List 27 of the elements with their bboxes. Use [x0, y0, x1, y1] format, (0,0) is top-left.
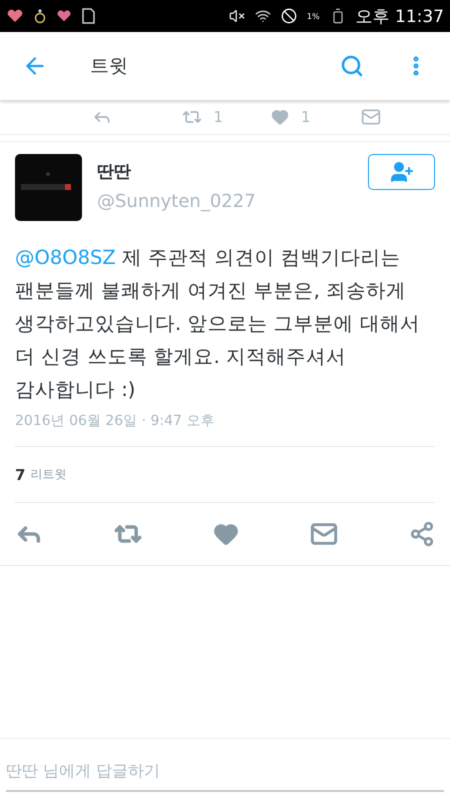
search-icon[interactable] — [340, 54, 364, 78]
retweet-count: 7 — [15, 466, 26, 484]
clock: 오후 11:37 — [356, 6, 444, 28]
battery-percent: 1% — [306, 12, 320, 20]
blocked-icon — [280, 8, 297, 24]
heart-icon[interactable] — [213, 521, 239, 547]
envelope-icon[interactable] — [310, 520, 338, 548]
ring-icon — [34, 8, 46, 24]
mention-link[interactable]: @O8O8SZ — [15, 246, 116, 269]
add-user-icon[interactable] — [390, 160, 414, 184]
message-icon[interactable] — [360, 107, 380, 127]
share-icon[interactable] — [409, 521, 435, 547]
follow-button[interactable] — [368, 154, 435, 190]
mute-icon — [228, 8, 245, 24]
retweet-count: 1 — [214, 108, 224, 126]
retweet-label: 리트윗 — [30, 466, 66, 483]
user-handle: @Sunnyten_0227 — [97, 191, 257, 212]
timestamp: 2016년 06월 26일 · 9:47 오후 — [15, 412, 216, 430]
wifi-icon — [254, 8, 271, 24]
user-name: 딴딴 — [97, 161, 132, 183]
heart-icon[interactable] — [271, 108, 289, 126]
tweet-text: @O8O8SZ 제 주관적 의견이 컴백기다리는 팬분들께 불쾌하게 여겨진 부분은, 죄송하게 생각하고있습니다. 앞으로는 그부분에 대해서 더 신경 쓰도록 할게요. 지적해주셔서 감사합니다 :) — [15, 245, 421, 403]
sim-card-icon — [82, 8, 96, 24]
screen-title: 트윗 — [90, 54, 129, 79]
heart-icon — [6, 9, 24, 23]
like-count: 1 — [301, 108, 311, 126]
heart-icon — [56, 9, 72, 23]
